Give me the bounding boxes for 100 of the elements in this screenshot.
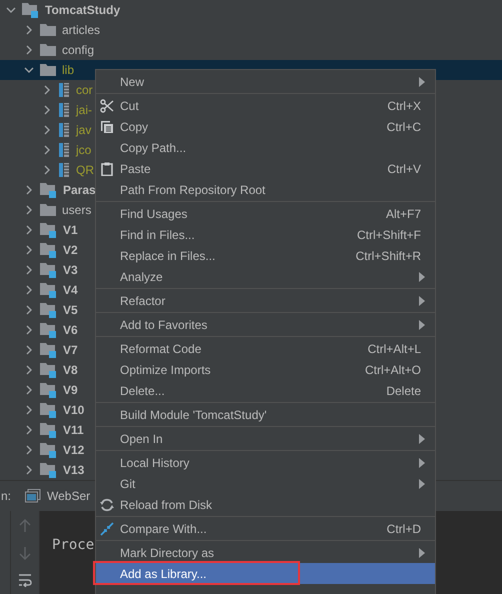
tree-item[interactable]: jav (76, 123, 92, 137)
menu-item-label: Optimize Imports (120, 362, 212, 376)
menu-item[interactable]: Refactor (96, 290, 435, 311)
menu-item-label: Find Usages (120, 206, 188, 220)
tree-item[interactable]: QR (76, 163, 94, 177)
menu-item[interactable]: Add to Favorites (96, 314, 435, 335)
tree-item[interactable]: users (62, 203, 92, 217)
menu-item[interactable]: Reload from Disk (96, 494, 435, 515)
chevron-icon[interactable] (24, 365, 34, 375)
menu-item[interactable]: Cut Ctrl+X (96, 95, 435, 116)
menu-item[interactable]: Paste Ctrl+V (96, 158, 435, 179)
folder-icon (40, 203, 56, 217)
tree-item[interactable]: V11 (63, 423, 84, 437)
menu-item[interactable]: Git (96, 473, 435, 494)
chevron-icon[interactable] (24, 185, 34, 195)
tree-item[interactable]: cor (76, 83, 93, 97)
menu-item-label: Find in Files... (120, 228, 196, 242)
tree-item[interactable]: TomcatStudy (45, 3, 120, 17)
menu-item-label: Reload from Disk (120, 498, 214, 512)
menu-item[interactable]: Copy Ctrl+C (96, 116, 435, 137)
chevron-icon[interactable] (24, 265, 34, 275)
chevron-icon[interactable] (24, 465, 34, 475)
menu-item-label: Add as Library... (120, 566, 208, 580)
tree-item[interactable]: V12 (63, 443, 84, 457)
menu-item[interactable]: Mark Directory as (96, 542, 435, 563)
tree-item[interactable]: Paras (63, 183, 96, 197)
chevron-icon[interactable] (42, 165, 52, 175)
chevron-icon[interactable] (42, 85, 52, 95)
menu-item[interactable]: Analyze (96, 266, 435, 287)
menu-item-label: Mark Directory as (120, 546, 216, 560)
tree-item[interactable]: jco (76, 143, 92, 157)
module-folder-icon (40, 442, 57, 458)
tree-item[interactable]: V6 (63, 323, 78, 337)
tree-item[interactable]: V9 (63, 383, 78, 397)
menu-item[interactable]: Delete... Delete (96, 380, 435, 401)
menu-item[interactable]: Add as Library... (96, 563, 435, 584)
tree-item[interactable]: V1 (63, 223, 78, 237)
shortcut-label: Ctrl+Alt+L (368, 342, 421, 356)
tree-item[interactable]: V8 (63, 363, 78, 377)
tree-item[interactable]: lib (62, 63, 74, 77)
tree-item[interactable]: V13 (63, 463, 84, 477)
menu-item-label: New (120, 74, 146, 88)
chevron-icon[interactable] (24, 245, 34, 255)
chevron-icon[interactable] (24, 45, 34, 55)
menu-item[interactable]: Path From Repository Root (96, 179, 435, 200)
chevron-icon[interactable] (24, 65, 34, 75)
menu-item[interactable]: Copy Path... (96, 137, 435, 158)
chevron-icon[interactable] (6, 5, 16, 15)
menu-item[interactable]: Find Usages Alt+F7 (96, 203, 435, 224)
wrap-icon[interactable] (18, 573, 32, 587)
scissors-icon (100, 98, 114, 112)
module-folder-icon (40, 302, 57, 318)
jar-icon (58, 102, 70, 118)
module-folder-icon (40, 222, 57, 238)
menu-item-label: Open In (120, 432, 164, 446)
chevron-icon[interactable] (24, 345, 34, 355)
tree-item[interactable]: V2 (63, 243, 78, 257)
chevron-icon[interactable] (24, 285, 34, 295)
tree-item[interactable]: V10 (63, 403, 84, 417)
run-tab[interactable]: WebSer (21, 489, 94, 503)
menu-item-label: Replace in Files... (120, 248, 216, 262)
clipboard-icon (100, 162, 114, 176)
tree-item[interactable]: jai- (76, 103, 92, 117)
chevron-icon[interactable] (24, 325, 34, 335)
module-folder-icon (40, 402, 57, 418)
tree-item[interactable]: config (62, 43, 94, 57)
tree-item[interactable]: V4 (63, 283, 78, 297)
menu-item[interactable]: Compare With... Ctrl+D (96, 518, 435, 539)
menu-item[interactable]: Build Module 'TomcatStudy' (96, 404, 435, 425)
menu-item-label: Analyze (120, 270, 164, 284)
menu-item[interactable]: Reformat Code Ctrl+Alt+L (96, 338, 435, 359)
menu-item[interactable]: Local History (96, 452, 435, 473)
menu-item[interactable]: Open In (96, 428, 435, 449)
menu-item-label: Paste (120, 162, 152, 176)
tree-item[interactable]: V7 (63, 343, 78, 357)
chevron-icon[interactable] (24, 225, 34, 235)
chevron-icon[interactable] (24, 445, 34, 455)
module-folder-icon (40, 322, 57, 338)
shortcut-label: Ctrl+Alt+O (364, 362, 421, 376)
menu-item[interactable]: New (96, 71, 435, 92)
menu-item[interactable]: Replace in Files... Ctrl+Shift+R (96, 245, 435, 266)
jar-icon (58, 122, 70, 138)
compare-icon (100, 522, 114, 536)
chevron-icon[interactable] (42, 145, 52, 155)
chevron-icon[interactable] (24, 385, 34, 395)
tree-item[interactable]: articles (62, 23, 100, 37)
menu-item[interactable]: Optimize Imports Ctrl+Alt+O (96, 359, 435, 380)
chevron-icon[interactable] (24, 425, 34, 435)
chevron-icon[interactable] (24, 405, 34, 415)
module-folder-icon (40, 282, 57, 298)
menu-item[interactable]: Find in Files... Ctrl+Shift+F (96, 224, 435, 245)
chevron-icon[interactable] (24, 305, 34, 315)
chevron-icon[interactable] (42, 105, 52, 115)
shortcut-label: Ctrl+D (386, 522, 421, 536)
tree-item[interactable]: V5 (63, 303, 78, 317)
chevron-icon[interactable] (24, 205, 34, 215)
chevron-icon[interactable] (42, 125, 52, 135)
chevron-icon[interactable] (24, 25, 34, 35)
tree-item[interactable]: V3 (63, 263, 78, 277)
copy-icon (100, 120, 114, 134)
